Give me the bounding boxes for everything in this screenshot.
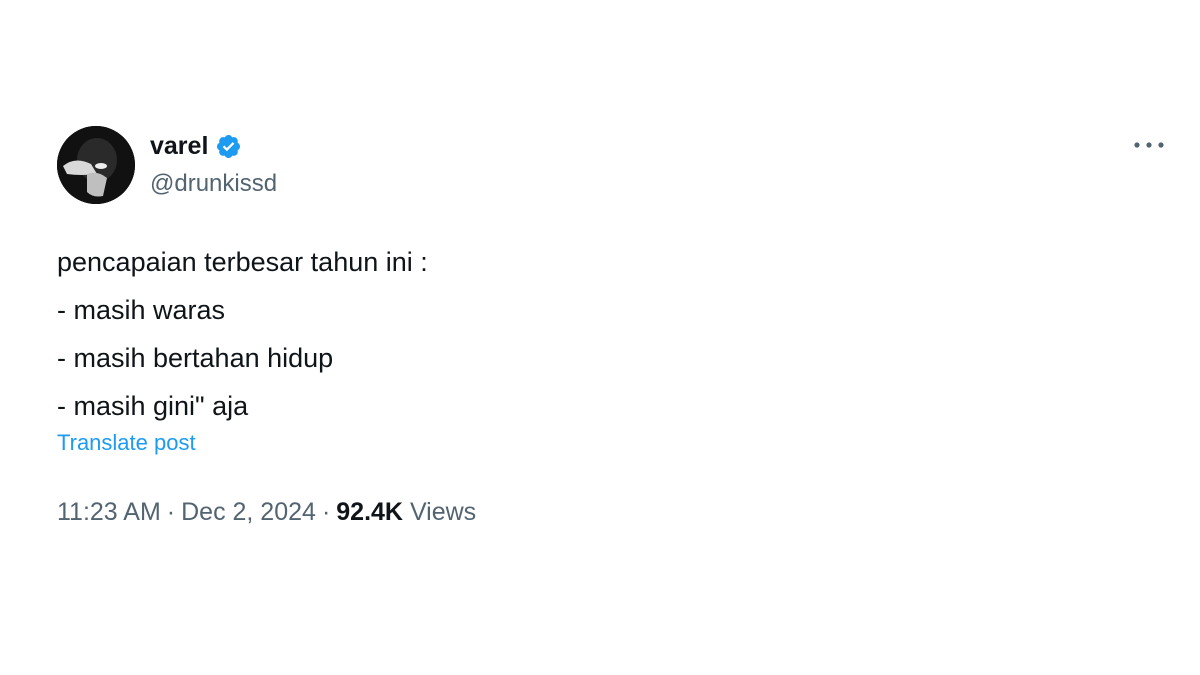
verified-badge-icon[interactable] [215,133,242,160]
more-options-icon [1134,142,1164,148]
user-handle[interactable]: @drunkissd [150,170,277,198]
views-label: Views [409,498,477,526]
post-date[interactable]: Dec 2, 2024 [181,498,316,526]
more-options-button[interactable] [1129,132,1169,158]
separator: · [166,498,176,526]
post-text: pencapaian terbesar tahun ini : - masih … [57,238,428,430]
post-line: - masih waras [57,295,226,325]
post-line: pencapaian terbesar tahun ini : [57,247,428,277]
post-line: - masih bertahan hidup [57,343,334,373]
tweet-card: varel @drunkissd pencapaian terbesar tah… [0,0,1200,675]
post-line: - masih gini" aja [57,391,249,421]
post-metadata: 11:23 AM · Dec 2, 2024 · 92.4K Views [57,498,476,527]
author-row: varel [150,129,242,163]
post-time[interactable]: 11:23 AM [57,498,161,526]
translate-post-link[interactable]: Translate post [57,430,196,456]
avatar-image [57,126,135,204]
display-name[interactable]: varel [150,132,208,161]
views-count: 92.4K [336,498,403,526]
separator: · [321,498,331,526]
avatar[interactable] [57,126,135,204]
